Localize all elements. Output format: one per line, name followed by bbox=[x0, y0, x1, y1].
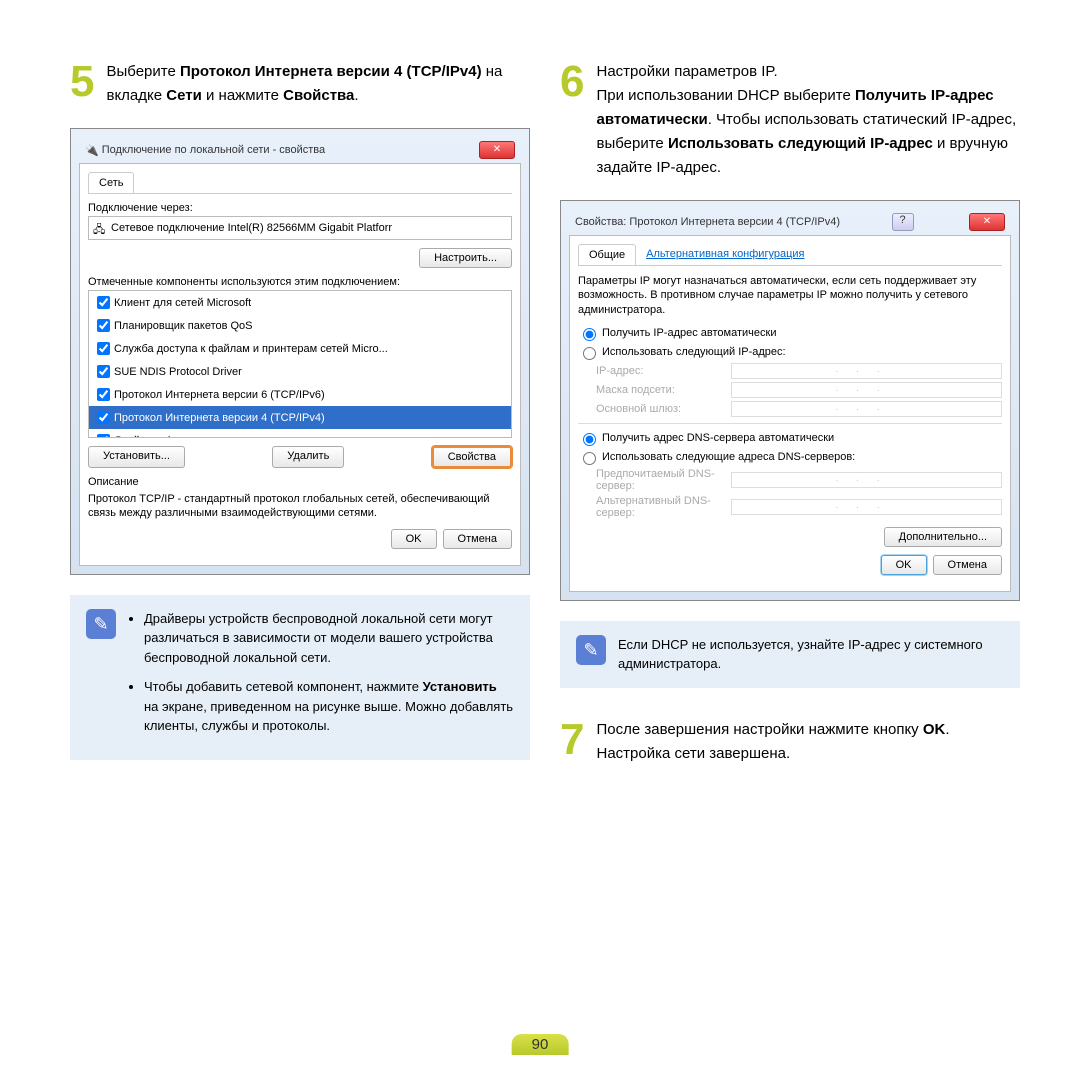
close-button[interactable]: ✕ bbox=[479, 141, 515, 159]
cancel-button[interactable]: Отмена bbox=[443, 529, 512, 549]
cancel-button[interactable]: Отмена bbox=[933, 555, 1002, 575]
note-content: Драйверы устройств беспроводной локально… bbox=[128, 609, 514, 746]
ipv4-properties-dialog: Свойства: Протокол Интернета версии 4 (T… bbox=[560, 200, 1020, 601]
dialog-title: Подключение по локальной сети - свойства bbox=[102, 144, 325, 156]
dns2-row: Альтернативный DNS-сервер:... bbox=[596, 495, 1002, 519]
tab-general[interactable]: Общие bbox=[578, 244, 636, 265]
note-drivers: ✎ Драйверы устройств беспроводной локаль… bbox=[70, 595, 530, 760]
dns1-input: ... bbox=[731, 472, 1002, 488]
list-item[interactable]: Служба доступа к файлам и принтерам сете… bbox=[89, 337, 511, 360]
list-item[interactable]: Драйвер в/в тополога канального уровня bbox=[89, 429, 511, 438]
help-button[interactable]: ? bbox=[892, 213, 914, 231]
ip-input: ... bbox=[731, 363, 1002, 379]
list-item-selected[interactable]: Протокол Интернета версии 4 (TCP/IPv4) bbox=[89, 406, 511, 429]
step-7: 7 После завершения настройки нажмите кно… bbox=[560, 718, 1020, 766]
ok-button[interactable]: OK bbox=[881, 555, 927, 575]
step-6-number: 6 bbox=[560, 60, 584, 104]
advanced-button[interactable]: Дополнительно... bbox=[884, 527, 1002, 547]
components-label: Отмеченные компоненты используются этим … bbox=[88, 276, 512, 288]
remove-button[interactable]: Удалить bbox=[272, 446, 344, 468]
subnet-row: Маска подсети:... bbox=[596, 382, 1002, 398]
install-button[interactable]: Установить... bbox=[88, 446, 185, 468]
gateway-row: Основной шлюз:... bbox=[596, 401, 1002, 417]
ip-params-paragraph: Параметры IP могут назначаться автоматич… bbox=[578, 274, 1002, 317]
configure-button[interactable]: Настроить... bbox=[419, 248, 512, 268]
step-5: 5 Выберите Протокол Интернета версии 4 (… bbox=[70, 60, 530, 108]
radio-obtain-ip[interactable]: Получить IP-адрес автоматически bbox=[578, 325, 1002, 341]
pencil-icon: ✎ bbox=[576, 635, 606, 665]
pencil-icon: ✎ bbox=[86, 609, 116, 639]
lan-properties-dialog: 🔌 Подключение по локальной сети - свойст… bbox=[70, 128, 530, 575]
mask-input: ... bbox=[731, 382, 1002, 398]
page-number: 90 bbox=[512, 1034, 569, 1055]
gw-input: ... bbox=[731, 401, 1002, 417]
ok-button[interactable]: OK bbox=[391, 529, 437, 549]
list-item[interactable]: Протокол Интернета версии 6 (TCP/IPv6) bbox=[89, 383, 511, 406]
list-item[interactable]: SUE NDIS Protocol Driver bbox=[89, 360, 511, 383]
step-7-text: После завершения настройки нажмите кнопк… bbox=[596, 718, 1020, 766]
note-content: Если DHCP не используется, узнайте IP-ад… bbox=[618, 635, 1004, 674]
connect-using-label: Подключение через: bbox=[88, 202, 512, 214]
list-item[interactable]: Планировщик пакетов QoS bbox=[89, 314, 511, 337]
ip-address-row: IP-адрес:... bbox=[596, 363, 1002, 379]
dns2-input: ... bbox=[731, 499, 1002, 515]
network-card-icon: 🖧 bbox=[93, 221, 107, 235]
close-button[interactable]: ✕ bbox=[969, 213, 1005, 231]
radio-obtain-dns[interactable]: Получить адрес DNS-сервера автоматически bbox=[578, 430, 1002, 446]
description-label: Описание bbox=[88, 476, 512, 488]
radio-use-ip[interactable]: Использовать следующий IP-адрес: bbox=[578, 344, 1002, 360]
tab-alternate[interactable]: Альтернативная конфигурация bbox=[636, 244, 814, 265]
list-item[interactable]: Клиент для сетей Microsoft bbox=[89, 291, 511, 314]
dialog-title: Свойства: Протокол Интернета версии 4 (T… bbox=[575, 216, 840, 228]
tab-network[interactable]: Сеть bbox=[88, 172, 134, 193]
step-5-number: 5 bbox=[70, 60, 94, 104]
components-list[interactable]: Клиент для сетей Microsoft Планировщик п… bbox=[88, 290, 512, 438]
note-dhcp: ✎ Если DHCP не используется, узнайте IP-… bbox=[560, 621, 1020, 688]
step-6-text: Настройки параметров IP. При использован… bbox=[596, 60, 1020, 180]
description-text: Протокол TCP/IP - стандартный протокол г… bbox=[88, 492, 512, 521]
step-7-number: 7 bbox=[560, 718, 584, 762]
power-icon: 🔌 bbox=[85, 144, 99, 157]
dns1-row: Предпочитаемый DNS-сервер:... bbox=[596, 468, 1002, 492]
adapter-field: 🖧 Сетевое подключение Intel(R) 82566MM G… bbox=[88, 216, 512, 240]
properties-button[interactable]: Свойства bbox=[432, 446, 512, 468]
step-6: 6 Настройки параметров IP. При использов… bbox=[560, 60, 1020, 180]
step-5-text: Выберите Протокол Интернета версии 4 (TC… bbox=[106, 60, 530, 108]
radio-use-dns[interactable]: Использовать следующие адреса DNS-сервер… bbox=[578, 449, 1002, 465]
